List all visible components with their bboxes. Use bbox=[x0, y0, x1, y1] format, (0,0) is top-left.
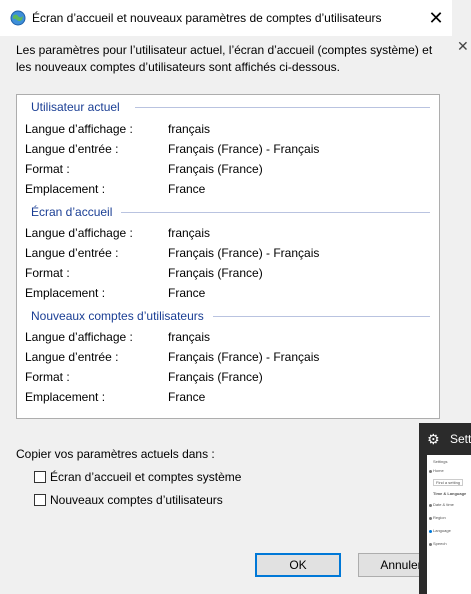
row-label: Emplacement : bbox=[25, 182, 106, 196]
close-icon: ✕ bbox=[428, 8, 444, 28]
row-value: Français (France) - Français bbox=[168, 350, 320, 364]
section-divider bbox=[135, 107, 430, 108]
row-label: Langue d’affichage : bbox=[25, 330, 133, 344]
ok-button[interactable]: OK bbox=[255, 553, 341, 577]
row-label: Langue d’affichage : bbox=[25, 226, 133, 240]
settings-menu-item: Region bbox=[433, 515, 446, 520]
row-label: Format : bbox=[25, 162, 70, 176]
language-icon bbox=[429, 530, 432, 533]
row-label: Langue d’affichage : bbox=[25, 122, 133, 136]
row-value: Français (France) - Français bbox=[168, 142, 320, 156]
title-bar[interactable]: Écran d’accueil et nouveaux paramètres d… bbox=[0, 0, 452, 36]
row-label: Langue d’entrée : bbox=[25, 246, 119, 260]
section-divider bbox=[121, 212, 430, 213]
globe-icon bbox=[429, 517, 432, 520]
copy-settings-label: Copier vos paramètres actuels dans : bbox=[16, 447, 215, 461]
dialog-title: Écran d’accueil et nouveaux paramètres d… bbox=[32, 11, 382, 25]
language-settings-dialog: Écran d’accueil et nouveaux paramètres d… bbox=[0, 0, 452, 594]
row-value: France bbox=[168, 286, 206, 300]
row-label: Emplacement : bbox=[25, 286, 106, 300]
row-value: Français (France) bbox=[168, 162, 263, 176]
row-value: France bbox=[168, 182, 206, 196]
settings-menu-item: Settings bbox=[433, 459, 448, 464]
settings-menu-item: Speech bbox=[433, 541, 447, 546]
checkbox-label[interactable]: Nouveaux comptes d’utilisateurs bbox=[50, 493, 223, 507]
row-label: Format : bbox=[25, 370, 70, 384]
settings-thumbnail: Settings Home Find a setting Time & Lang… bbox=[427, 455, 471, 594]
globe-icon bbox=[10, 10, 26, 26]
home-icon bbox=[429, 470, 432, 473]
settings-title: Sett bbox=[450, 432, 471, 446]
settings-menu-item: Time & Language bbox=[433, 491, 467, 496]
row-value: français bbox=[168, 122, 211, 136]
row-value: Français (France) bbox=[168, 370, 263, 384]
close-button[interactable]: ✕ bbox=[424, 6, 448, 30]
row-value: Français (France) bbox=[168, 266, 263, 280]
section-title-welcome-screen: Écran d’accueil bbox=[31, 205, 117, 219]
row-label: Emplacement : bbox=[25, 390, 106, 404]
clock-icon bbox=[429, 504, 432, 507]
settings-menu-item: Date & time bbox=[433, 502, 454, 507]
row-label: Format : bbox=[25, 266, 70, 280]
section-divider bbox=[213, 316, 430, 317]
checkbox-label[interactable]: Écran d’accueil et comptes système bbox=[50, 470, 241, 484]
gear-icon: ⚙ bbox=[427, 431, 440, 447]
settings-search: Find a setting bbox=[433, 479, 464, 486]
checkbox-box[interactable] bbox=[34, 471, 46, 483]
settings-menu-item: Language bbox=[433, 528, 451, 533]
row-label: Langue d’entrée : bbox=[25, 142, 119, 156]
row-value: France bbox=[168, 390, 206, 404]
microphone-icon bbox=[429, 543, 432, 546]
checkbox-box[interactable] bbox=[34, 494, 46, 506]
settings-panel: Utilisateur actuel Langue d’affichage : … bbox=[16, 94, 440, 419]
section-title-new-accounts: Nouveaux comptes d’utilisateurs bbox=[31, 309, 208, 323]
settings-window[interactable]: ⚙ Sett Settings Home Find a setting Time… bbox=[419, 423, 471, 594]
intro-text: Les paramètres pour l’utilisateur actuel… bbox=[16, 43, 433, 74]
row-label: Langue d’entrée : bbox=[25, 350, 119, 364]
settings-menu-item: Home bbox=[433, 468, 444, 473]
row-value: français bbox=[168, 226, 211, 240]
settings-title-bar[interactable]: ⚙ Sett bbox=[419, 423, 471, 455]
row-value: français bbox=[168, 330, 211, 344]
section-title-current-user: Utilisateur actuel bbox=[31, 100, 124, 114]
background-close-icon: ✕ bbox=[457, 38, 469, 54]
row-value: Français (France) - Français bbox=[168, 246, 320, 260]
